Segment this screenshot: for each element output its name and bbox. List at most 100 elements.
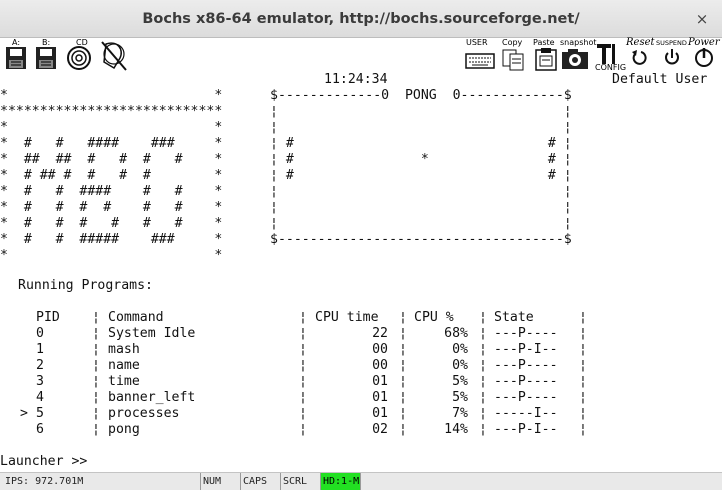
- cell-pid: 4: [36, 390, 44, 405]
- cell-cpu-pct: 68%: [444, 326, 468, 341]
- status-bar: IPS: 972.701M NUM CAPS SCRL HD:1-M: [0, 472, 722, 490]
- cell-state: ---P----: [494, 390, 558, 405]
- caps-lock-indicator: CAPS: [240, 473, 280, 490]
- column-separator: ¦: [579, 326, 587, 341]
- clock: 11:24:34: [324, 72, 388, 87]
- column-separator: ¦: [399, 390, 407, 405]
- pong-field-line: ¦ ¦: [270, 216, 572, 231]
- cell-pid: 2: [36, 358, 44, 373]
- column-separator: ¦: [299, 422, 307, 437]
- config-label: CONFIG: [595, 63, 627, 72]
- column-separator: ¦: [579, 390, 587, 405]
- cell-cpu-pct: 0%: [452, 358, 468, 373]
- table-row[interactable]: >5 processes 01 7% -----I-- ¦ ¦ ¦ ¦ ¦: [0, 406, 722, 422]
- header-state: State: [494, 310, 534, 325]
- floppy-b-button[interactable]: B:: [34, 38, 60, 72]
- column-separator: ¦: [299, 406, 307, 421]
- pong-field-line: ¦ ¦: [270, 200, 572, 215]
- close-icon[interactable]: ×: [692, 9, 712, 29]
- pong-score-bar: $-------------0 PONG 0-------------$: [270, 88, 572, 103]
- paste-button[interactable]: Paste: [532, 38, 560, 72]
- table-row[interactable]: 4 banner_left 01 5% ---P---- ¦ ¦ ¦ ¦ ¦: [0, 390, 722, 406]
- snapshot-button[interactable]: snapshot: [560, 38, 597, 72]
- column-separator: ¦: [92, 342, 100, 357]
- cell-cpu-pct: 5%: [452, 390, 468, 405]
- table-row[interactable]: 3 time 01 5% ---P---- ¦ ¦ ¦ ¦ ¦: [0, 374, 722, 390]
- cell-cpu-pct: 14%: [444, 422, 468, 437]
- power-button[interactable]: Power: [688, 37, 720, 72]
- cell-state: ---P----: [494, 374, 558, 389]
- cell-pid: 6: [36, 422, 44, 437]
- status-empty: [360, 473, 722, 490]
- banner-line: ****************************: [0, 104, 223, 119]
- suspend-button[interactable]: SUSPEND: [656, 38, 688, 72]
- table-row[interactable]: 1 mash 00 0% ---P-I-- ¦ ¦ ¦ ¦ ¦: [0, 342, 722, 358]
- cell-command: processes: [108, 406, 180, 421]
- column-separator: ¦: [579, 342, 587, 357]
- cell-command: banner_left: [108, 390, 196, 405]
- column-separator: ¦: [479, 310, 487, 325]
- pong-field-line: ¦ ¦: [270, 184, 572, 199]
- num-lock-indicator: NUM: [200, 473, 240, 490]
- cell-state: ---P----: [494, 326, 558, 341]
- table-header: PID ¦ Command ¦ CPU time ¦ CPU % ¦ State…: [0, 310, 722, 326]
- cell-command: pong: [108, 422, 140, 437]
- window-titlebar: Bochs x86-64 emulator, http://bochs.sour…: [0, 0, 722, 38]
- header-command: Command: [108, 310, 164, 325]
- banner-line: * *: [0, 248, 223, 263]
- floppy-icon: [6, 47, 26, 69]
- hd-activity-indicator: HD:1-M: [320, 473, 360, 490]
- floppy-icon: [36, 47, 56, 69]
- column-separator: ¦: [92, 422, 100, 437]
- reset-button[interactable]: Reset: [626, 37, 656, 72]
- cell-cpu-time: 02: [372, 422, 388, 437]
- column-separator: ¦: [399, 374, 407, 389]
- copy-button[interactable]: Copy: [500, 38, 528, 72]
- column-separator: ¦: [299, 374, 307, 389]
- power-icon: [695, 48, 713, 67]
- banner-line: * # ## # # # # *: [0, 168, 223, 183]
- column-separator: ¦: [399, 310, 407, 325]
- column-separator: ¦: [299, 326, 307, 341]
- clock-row: 11:24:34 Default User: [0, 72, 722, 88]
- cell-command: System Idle: [108, 326, 196, 341]
- cell-state: -----I--: [494, 406, 558, 421]
- user-button[interactable]: USER: [464, 38, 496, 72]
- column-separator: ¦: [479, 326, 487, 341]
- banner-line: * *: [0, 120, 223, 135]
- emulator-screen[interactable]: 11:24:34 Default User * * ***************…: [0, 72, 722, 472]
- table-row[interactable]: 6 pong 02 14% ---P-I-- ¦ ¦ ¦ ¦ ¦: [0, 422, 722, 438]
- banner-line: * # # # # # # *: [0, 200, 223, 215]
- table-row[interactable]: 2 name 00 0% ---P---- ¦ ¦ ¦ ¦ ¦: [0, 358, 722, 374]
- column-separator: ¦: [479, 342, 487, 357]
- column-separator: ¦: [479, 406, 487, 421]
- column-separator: ¦: [579, 358, 587, 373]
- column-separator: ¦: [399, 342, 407, 357]
- cell-command: mash: [108, 342, 140, 357]
- table-row[interactable]: 0 System Idle 22 68% ---P---- ¦ ¦ ¦ ¦ ¦: [0, 326, 722, 342]
- cell-cpu-pct: 0%: [452, 342, 468, 357]
- column-separator: ¦: [299, 342, 307, 357]
- cdrom-button[interactable]: CD: [64, 38, 94, 72]
- cell-pid: 5: [36, 406, 44, 421]
- mouse-button[interactable]: [98, 38, 130, 72]
- floppy-a-button[interactable]: A:: [4, 38, 30, 72]
- column-separator: ¦: [579, 310, 587, 325]
- cdrom-icon: [67, 46, 91, 70]
- cell-cpu-pct: 7%: [452, 406, 468, 421]
- cell-pid: 0: [36, 326, 44, 341]
- cell-cpu-time: 01: [372, 390, 388, 405]
- pong-field-line: ¦ ¦: [270, 104, 572, 119]
- launcher-prompt[interactable]: Launcher >>: [0, 454, 87, 470]
- camera-icon: [562, 49, 588, 69]
- ips-indicator: IPS: 972.701M: [5, 476, 84, 487]
- cell-pid: 1: [36, 342, 44, 357]
- cell-state: ---P-I--: [494, 342, 558, 357]
- column-separator: ¦: [92, 406, 100, 421]
- column-separator: ¦: [399, 422, 407, 437]
- column-separator: ¦: [579, 422, 587, 437]
- cell-cpu-time: 01: [372, 406, 388, 421]
- cell-command: time: [108, 374, 140, 389]
- pong-field-line: ¦ # * # ¦: [270, 152, 572, 167]
- config-button[interactable]: CONFIG: [594, 38, 627, 72]
